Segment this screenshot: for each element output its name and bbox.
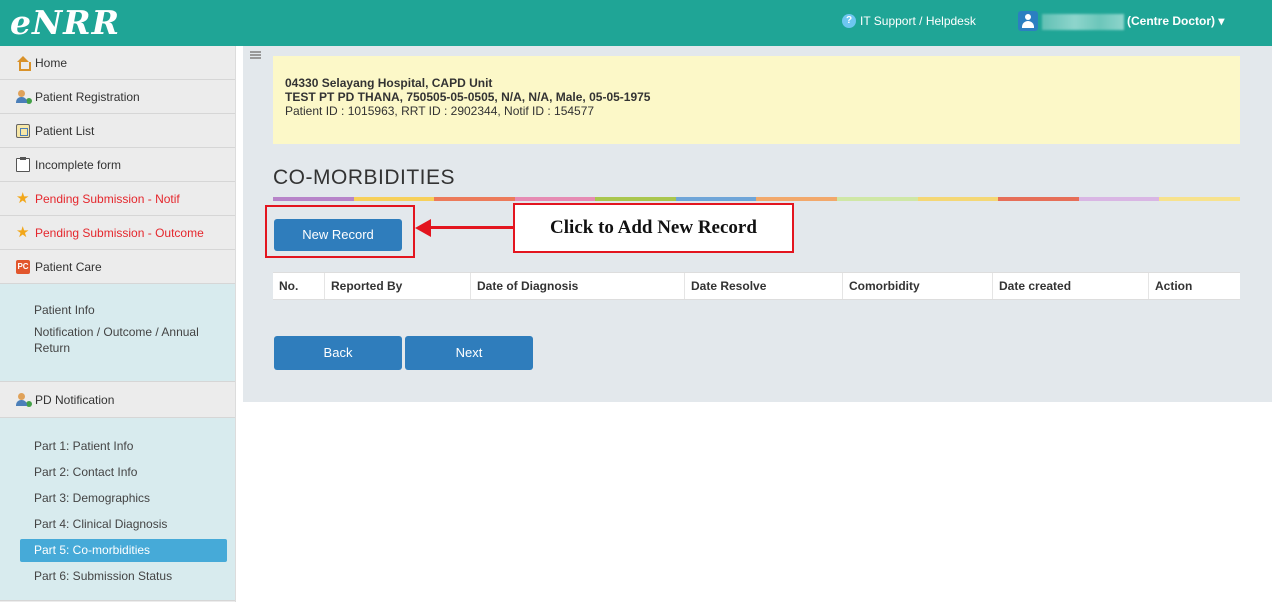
sidebar: Home Patient Registration Patient List I… [0, 46, 236, 602]
back-button[interactable]: Back [274, 336, 402, 370]
underline-segment [1159, 197, 1240, 201]
top-navbar: eNRR ? IT Support / Helpdesk (Centre Doc… [0, 0, 1272, 46]
page-title: CO-MORBIDITIES [273, 166, 456, 189]
annotation-highlight-box [265, 205, 415, 258]
sidebar-item-label: Incomplete form [35, 157, 122, 172]
underline-segment [837, 197, 918, 201]
helpdesk-label: IT Support / Helpdesk [860, 14, 976, 28]
pc-icon: PC [16, 259, 30, 274]
sidebar-item-patient-registration[interactable]: Patient Registration [0, 80, 235, 114]
sidebar-item-label: Patient List [35, 123, 95, 138]
redacted-username [1042, 14, 1124, 30]
sidebar-item-label: Home [35, 55, 68, 70]
underline-segment [434, 197, 515, 201]
sidebar-subitem-part6[interactable]: Part 6: Submission Status [0, 565, 235, 588]
list-icon [16, 123, 30, 138]
sidebar-subitem-part1[interactable]: Part 1: Patient Info [0, 435, 235, 458]
annotation-arrow-head [415, 219, 431, 237]
underline-segment [998, 197, 1079, 201]
column-header-date-resolve: Date Resolve [685, 273, 843, 299]
sidebar-subitem-part5[interactable]: Part 5: Co-morbidities [20, 539, 227, 562]
pd-notification-submenu: Part 1: Patient Info Part 2: Contact Inf… [0, 418, 235, 601]
sidebar-item-patient-list[interactable]: Patient List [0, 114, 235, 148]
sidebar-item-label: Patient Care [35, 259, 102, 274]
patient-ids: Patient ID : 1015963, RRT ID : 2902344, … [285, 104, 595, 118]
sidebar-item-label: PD Notification [35, 392, 115, 407]
patient-info-box: 04330 Selayang Hospital, CAPD Unit TEST … [273, 56, 1240, 144]
user-role-label: (Centre Doctor) [1127, 14, 1216, 28]
sidebar-item-incomplete-form[interactable]: Incomplete form [0, 148, 235, 182]
underline-segment [514, 197, 596, 201]
underline-segment [1078, 197, 1160, 201]
star-icon: ★ [16, 223, 30, 241]
next-button[interactable]: Next [405, 336, 533, 370]
sidebar-item-pd-notification[interactable]: PD Notification [0, 382, 235, 418]
sidebar-subitem-patient-info[interactable]: Patient Info [0, 302, 235, 318]
annotation-arrow-line [428, 226, 513, 229]
comorbidities-table: No. Reported By Date of Diagnosis Date R… [273, 272, 1240, 300]
underline-segment [756, 197, 838, 201]
app-logo[interactable]: eNRR [10, 4, 120, 42]
sidebar-item-pending-notif[interactable]: ★ Pending Submission - Notif [0, 182, 235, 216]
sidebar-subitem-part4[interactable]: Part 4: Clinical Diagnosis [0, 513, 235, 536]
sidebar-subitem-part2[interactable]: Part 2: Contact Info [0, 461, 235, 484]
sidebar-item-patient-care[interactable]: PC Patient Care [0, 250, 235, 284]
underline-segment [595, 197, 676, 201]
underline-segment [675, 197, 757, 201]
sidebar-item-label: Patient Registration [35, 89, 140, 104]
sidebar-item-label: Pending Submission - Notif [35, 191, 180, 206]
underline-segment [917, 197, 999, 201]
underline-segment [273, 197, 354, 201]
sidebar-item-pending-outcome[interactable]: ★ Pending Submission - Outcome [0, 216, 235, 250]
column-header-date-of-diagnosis: Date of Diagnosis [471, 273, 685, 299]
user-add-icon [16, 89, 32, 104]
centre-name: 04330 Selayang Hospital, CAPD Unit [285, 76, 493, 90]
annotation-callout: Click to Add New Record [513, 203, 794, 253]
user-icon[interactable] [1018, 11, 1038, 31]
user-add-icon [16, 392, 32, 407]
underline-segment [353, 197, 435, 201]
column-header-comorbidity: Comorbidity [843, 273, 993, 299]
chevron-down-icon: ▾ [1218, 14, 1225, 28]
question-icon: ? [842, 14, 856, 28]
column-header-no: No. [273, 273, 325, 299]
star-icon: ★ [16, 189, 30, 207]
column-header-date-created: Date created [993, 273, 1149, 299]
sidebar-subitem-notification-outcome[interactable]: Notification / Outcome / Annual Return [0, 324, 210, 356]
sidebar-subitem-part3[interactable]: Part 3: Demographics [0, 487, 235, 510]
title-underline [273, 197, 1240, 201]
patient-care-submenu: Patient Info Notification / Outcome / An… [0, 284, 235, 382]
sidebar-item-label: Pending Submission - Outcome [35, 225, 204, 240]
menu-toggle-icon[interactable] [250, 51, 261, 59]
clipboard-icon [16, 156, 30, 172]
patient-details: TEST PT PD THANA, 750505-05-0505, N/A, N… [285, 90, 651, 104]
column-header-action: Action [1155, 279, 1193, 293]
home-icon [16, 55, 31, 71]
column-header-reported-by: Reported By [325, 273, 471, 299]
helpdesk-link[interactable]: ? IT Support / Helpdesk [842, 14, 976, 28]
sidebar-item-home[interactable]: Home [0, 46, 235, 80]
user-menu[interactable]: (Centre Doctor) ▾ [1127, 14, 1224, 28]
